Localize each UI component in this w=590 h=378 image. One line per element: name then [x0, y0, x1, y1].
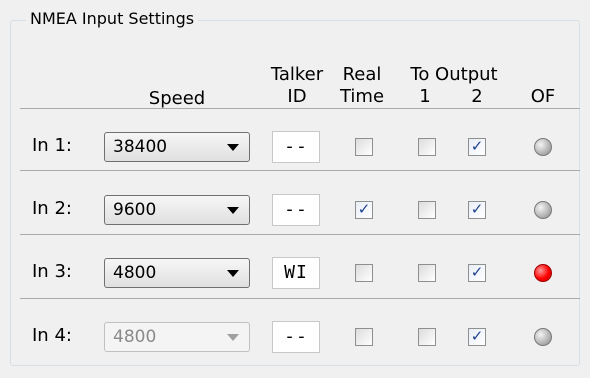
- header-realtime-line2: Time: [339, 86, 385, 107]
- input-4-of-status-led-icon: [534, 328, 552, 346]
- header-to-output: To Output: [410, 64, 498, 85]
- input-1-of-status-led-icon: [534, 138, 552, 156]
- input-1-speed-select[interactable]: 38400: [104, 132, 250, 162]
- input-1-talker-id-field[interactable]: --: [272, 131, 320, 163]
- row-separator: [20, 234, 580, 235]
- input-3-of-status-led-icon: [534, 264, 552, 282]
- input-4-output-1-checkbox[interactable]: ✓: [418, 328, 436, 346]
- input-4-realtime-checkbox[interactable]: ✓: [355, 328, 373, 346]
- chevron-down-icon: [227, 334, 239, 341]
- chevron-down-icon: [227, 144, 239, 151]
- checkmark-icon: ✓: [470, 263, 484, 281]
- input-2-label: In 2:: [32, 198, 72, 219]
- header-realtime-line1: Real: [342, 64, 382, 85]
- input-3-label: In 3:: [32, 261, 72, 282]
- input-4-speed-select[interactable]: 4800: [104, 322, 250, 352]
- input-4-talker-id-field[interactable]: --: [272, 321, 320, 353]
- input-3-speed-value: 4800: [113, 263, 157, 283]
- input-4-label: In 4:: [32, 325, 72, 346]
- row-separator: [20, 298, 580, 299]
- input-2-realtime-checkbox[interactable]: ✓: [355, 200, 373, 219]
- input-1-output-2-checkbox[interactable]: ✓: [468, 137, 486, 156]
- input-2-of-status-led-icon: [534, 201, 552, 219]
- input-1-label: In 1:: [32, 135, 72, 156]
- checkmark-icon: ✓: [470, 327, 484, 345]
- input-1-speed-value: 38400: [113, 137, 168, 157]
- input-2-talker-id-field[interactable]: --: [272, 194, 320, 226]
- checkmark-icon: ✓: [357, 200, 371, 218]
- input-3-speed-select[interactable]: 4800: [104, 258, 250, 288]
- row-separator: [20, 170, 580, 171]
- input-2-speed-select[interactable]: 9600: [104, 195, 250, 225]
- header-speed: Speed: [148, 88, 206, 109]
- checkmark-icon: ✓: [470, 137, 484, 155]
- input-2-output-1-checkbox[interactable]: ✓: [418, 201, 436, 219]
- input-3-talker-id-field[interactable]: WI: [272, 257, 320, 289]
- nmea-input-settings-panel: NMEA Input Settings Speed Talker ID Real…: [0, 0, 590, 378]
- input-1-realtime-checkbox[interactable]: ✓: [355, 138, 373, 156]
- chevron-down-icon: [227, 207, 239, 214]
- header-of: OF: [530, 86, 556, 107]
- input-1-output-1-checkbox[interactable]: ✓: [418, 138, 436, 156]
- header-talker-line1: Talker: [270, 64, 324, 85]
- header-output-2: 2: [471, 86, 483, 107]
- group-title: NMEA Input Settings: [26, 9, 199, 29]
- input-3-output-1-checkbox[interactable]: ✓: [418, 264, 436, 282]
- input-3-realtime-checkbox[interactable]: ✓: [355, 264, 373, 282]
- input-4-output-2-checkbox[interactable]: ✓: [468, 327, 486, 346]
- header-output-1: 1: [419, 86, 431, 107]
- input-4-speed-value: 4800: [113, 327, 157, 347]
- checkmark-icon: ✓: [470, 200, 484, 218]
- input-2-speed-value: 9600: [113, 200, 157, 220]
- input-2-output-2-checkbox[interactable]: ✓: [468, 200, 486, 219]
- header-talker-line2: ID: [287, 86, 307, 107]
- row-separator: [20, 108, 580, 109]
- chevron-down-icon: [227, 270, 239, 277]
- input-3-output-2-checkbox[interactable]: ✓: [468, 263, 486, 282]
